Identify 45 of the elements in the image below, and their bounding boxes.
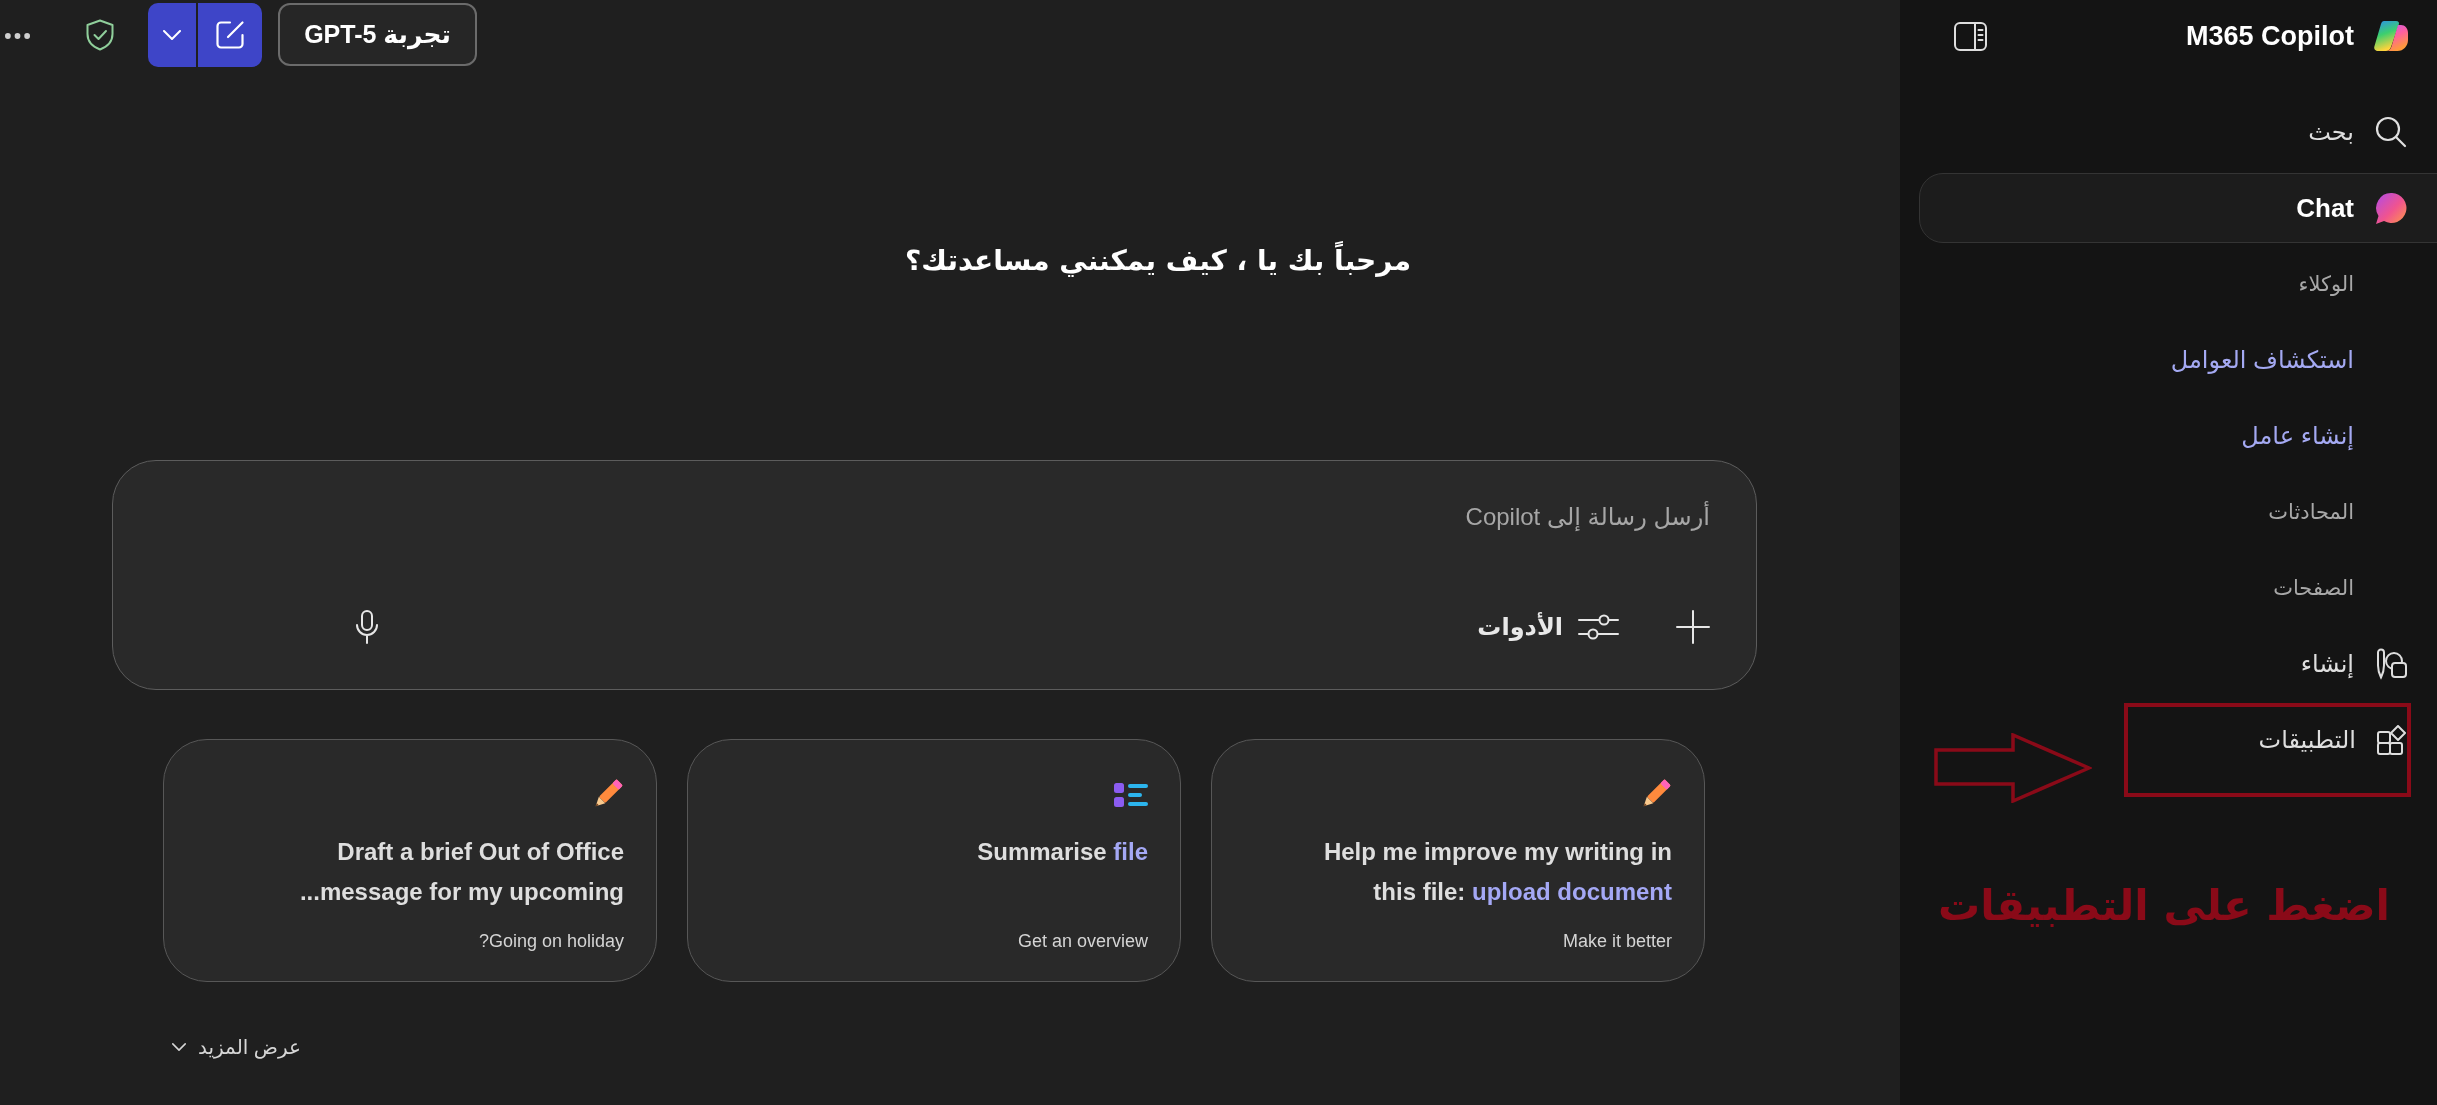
sliders-icon xyxy=(1578,614,1619,640)
sidebar-item[interactable]: بحث xyxy=(1919,97,2437,167)
chevron-icon xyxy=(172,1043,186,1051)
suggestion-title: Draft a brief Out of Office message for my upcoming... xyxy=(298,837,624,907)
microphone-button[interactable] xyxy=(355,610,379,644)
add-button[interactable] xyxy=(1676,610,1710,644)
chat-bubble-icon xyxy=(2375,191,2407,225)
shield-check-icon xyxy=(86,19,114,51)
compose-icon xyxy=(215,20,245,50)
show-more-button[interactable]: عرض المزيد xyxy=(172,1032,302,1062)
inline-link[interactable]: file xyxy=(1113,838,1148,865)
suggestion-subtitle: Make it better xyxy=(1562,930,1672,953)
suggestion-card[interactable]: Help me improve my writing in this file: upload document Make it better xyxy=(1211,739,1705,982)
apps-icon xyxy=(2377,725,2407,755)
annotation-text: اضغط على التطبيقات xyxy=(1938,880,2390,932)
sidebar-item[interactable]: إنشاء عامل xyxy=(1919,401,2437,471)
more-icon[interactable] xyxy=(5,33,30,39)
new-chat-button[interactable] xyxy=(198,3,262,67)
inline-link[interactable]: upload document xyxy=(1472,878,1672,905)
search-icon xyxy=(2375,116,2407,148)
sidebar-item[interactable]: إنشاء xyxy=(1919,629,2437,699)
app-title: M365 Copilot xyxy=(2186,20,2354,52)
sidebar-item[interactable]: التطبيقات xyxy=(1919,705,2437,775)
tools-button[interactable]: الأدوات xyxy=(1477,613,1619,641)
caret-icon xyxy=(163,30,181,40)
copilot-logo xyxy=(2373,20,2409,52)
section-label: الصفحات xyxy=(2272,575,2355,601)
suggestion-title: Help me improve my writing in this file: upload document xyxy=(1322,837,1672,907)
welcome-heading: مرحباً بك يا ، كيف يمكنني مساعدتك؟ xyxy=(905,231,1411,291)
brush-shapes-icon xyxy=(2375,648,2407,680)
suggestion-card[interactable]: Summarise file Get an overview xyxy=(687,739,1181,982)
suggestion-card[interactable]: Draft a brief Out of Office message for my upcoming... Going on holiday? xyxy=(163,739,657,982)
suggestion-subtitle: Going on holiday? xyxy=(478,930,624,953)
message-input[interactable]: أرسل رسالة إلى Copilot xyxy=(163,492,1718,542)
microphone-icon xyxy=(355,610,379,644)
sidebar-item[interactable]: Chat xyxy=(1919,173,2437,243)
sidebar-item[interactable]: استكشاف العوامل xyxy=(1919,325,2437,395)
plus-icon xyxy=(1676,610,1710,644)
suggestion-subtitle: Get an overview xyxy=(1017,930,1148,953)
list-icon xyxy=(1114,782,1148,808)
section-label: الوكلاء xyxy=(2297,271,2355,298)
suggestion-title: Summarise file xyxy=(976,837,1148,867)
side-panel-icon[interactable] xyxy=(1954,21,1987,51)
model-button[interactable]: تجربة GPT-5 xyxy=(278,3,477,66)
section-label: المحادثات xyxy=(2267,499,2355,525)
